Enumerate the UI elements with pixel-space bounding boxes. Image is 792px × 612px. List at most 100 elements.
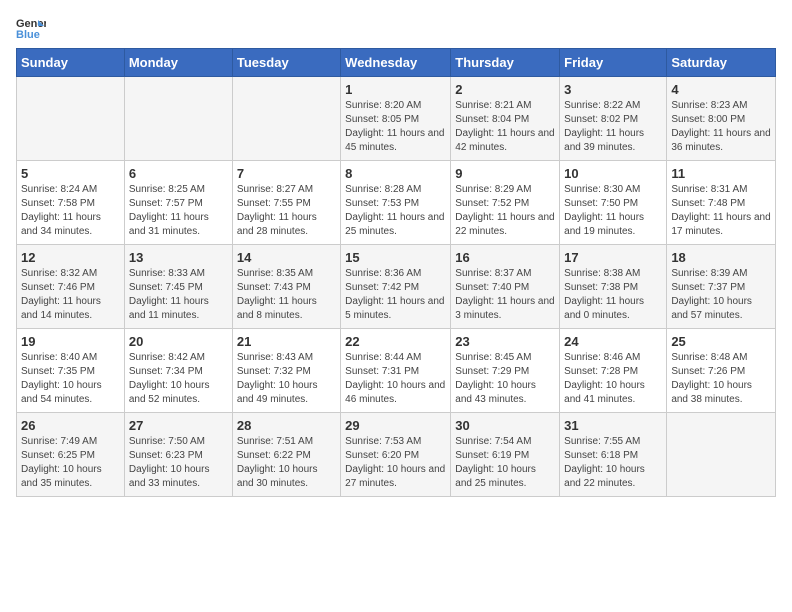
day-number: 18: [671, 250, 771, 265]
day-info: Sunrise: 8:46 AM Sunset: 7:28 PM Dayligh…: [564, 351, 662, 407]
week-row-5: 26 Sunrise: 7:49 AM Sunset: 6:25 PM Dayli…: [17, 413, 776, 497]
day-number: 5: [21, 166, 120, 181]
day-number: 3: [564, 82, 662, 97]
day-cell: 23 Sunrise: 8:45 AM Sunset: 7:29 PM Dayli…: [451, 329, 560, 413]
day-number: 25: [671, 334, 771, 349]
day-info: Sunrise: 8:30 AM Sunset: 7:50 PM Dayligh…: [564, 183, 662, 239]
day-cell: 17 Sunrise: 8:38 AM Sunset: 7:38 PM Dayli…: [560, 245, 667, 329]
day-info: Sunrise: 8:38 AM Sunset: 7:38 PM Dayligh…: [564, 267, 662, 323]
day-cell: 25 Sunrise: 8:48 AM Sunset: 7:26 PM Dayli…: [667, 329, 776, 413]
day-number: 14: [237, 250, 336, 265]
header-cell-tuesday: Tuesday: [232, 49, 340, 77]
day-cell: 15 Sunrise: 8:36 AM Sunset: 7:42 PM Dayli…: [341, 245, 451, 329]
day-info: Sunrise: 8:20 AM Sunset: 8:05 PM Dayligh…: [345, 99, 446, 155]
week-row-4: 19Sunrise: 8:40 AM Sunset: 7:35 PM Dayli…: [17, 329, 776, 413]
day-info: Sunrise: 8:22 AM Sunset: 8:02 PM Dayligh…: [564, 99, 662, 155]
day-number: 30: [455, 418, 555, 433]
day-number: 28: [237, 418, 336, 433]
day-info: Sunrise: 8:42 AM Sunset: 7:34 PM Dayligh…: [129, 351, 228, 407]
day-number: 10: [564, 166, 662, 181]
day-info: Sunrise: 7:55 AM Sunset: 6:18 PM Dayligh…: [564, 435, 662, 491]
day-cell: 26 Sunrise: 7:49 AM Sunset: 6:25 PM Dayli…: [17, 413, 125, 497]
day-number: 26: [21, 418, 120, 433]
day-cell: 11Sunrise: 8:31 AM Sunset: 7:48 PM Dayli…: [667, 161, 776, 245]
day-info: Sunrise: 8:24 AM Sunset: 7:58 PM Dayligh…: [21, 183, 120, 239]
calendar-table: SundayMondayTuesdayWednesdayThursdayFrid…: [16, 48, 776, 497]
day-number: 24: [564, 334, 662, 349]
day-info: Sunrise: 8:27 AM Sunset: 7:55 PM Dayligh…: [237, 183, 336, 239]
day-cell: 10 Sunrise: 8:30 AM Sunset: 7:50 PM Dayli…: [560, 161, 667, 245]
day-number: 9: [455, 166, 555, 181]
day-cell: 1 Sunrise: 8:20 AM Sunset: 8:05 PM Daylig…: [341, 77, 451, 161]
day-cell: [667, 413, 776, 497]
day-number: 12: [21, 250, 120, 265]
day-cell: 5 Sunrise: 8:24 AM Sunset: 7:58 PM Daylig…: [17, 161, 125, 245]
day-cell: [232, 77, 340, 161]
day-info: Sunrise: 8:25 AM Sunset: 7:57 PM Dayligh…: [129, 183, 228, 239]
day-info: Sunrise: 7:51 AM Sunset: 6:22 PM Dayligh…: [237, 435, 336, 491]
day-cell: 3 Sunrise: 8:22 AM Sunset: 8:02 PM Daylig…: [560, 77, 667, 161]
day-info: Sunrise: 8:21 AM Sunset: 8:04 PM Dayligh…: [455, 99, 555, 155]
day-cell: 2 Sunrise: 8:21 AM Sunset: 8:04 PM Daylig…: [451, 77, 560, 161]
day-number: 27: [129, 418, 228, 433]
day-info: Sunrise: 8:36 AM Sunset: 7:42 PM Dayligh…: [345, 267, 446, 323]
day-info: Sunrise: 8:35 AM Sunset: 7:43 PM Dayligh…: [237, 267, 336, 323]
day-cell: 20 Sunrise: 8:42 AM Sunset: 7:34 PM Dayli…: [124, 329, 232, 413]
day-cell: 14 Sunrise: 8:35 AM Sunset: 7:43 PM Dayli…: [232, 245, 340, 329]
day-cell: 29 Sunrise: 7:53 AM Sunset: 6:20 PM Dayli…: [341, 413, 451, 497]
logo: General Blue: [16, 16, 46, 40]
header-row: SundayMondayTuesdayWednesdayThursdayFrid…: [17, 49, 776, 77]
week-row-1: 1 Sunrise: 8:20 AM Sunset: 8:05 PM Daylig…: [17, 77, 776, 161]
day-number: 6: [129, 166, 228, 181]
day-cell: 4 Sunrise: 8:23 AM Sunset: 8:00 PM Daylig…: [667, 77, 776, 161]
day-cell: 9 Sunrise: 8:29 AM Sunset: 7:52 PM Daylig…: [451, 161, 560, 245]
day-number: 21: [237, 334, 336, 349]
day-cell: 6 Sunrise: 8:25 AM Sunset: 7:57 PM Daylig…: [124, 161, 232, 245]
header-cell-monday: Monday: [124, 49, 232, 77]
day-cell: 28 Sunrise: 7:51 AM Sunset: 6:22 PM Dayli…: [232, 413, 340, 497]
header-cell-saturday: Saturday: [667, 49, 776, 77]
day-cell: 12Sunrise: 8:32 AM Sunset: 7:46 PM Dayli…: [17, 245, 125, 329]
day-cell: 18Sunrise: 8:39 AM Sunset: 7:37 PM Dayli…: [667, 245, 776, 329]
day-info: Sunrise: 8:43 AM Sunset: 7:32 PM Dayligh…: [237, 351, 336, 407]
day-info: Sunrise: 8:33 AM Sunset: 7:45 PM Dayligh…: [129, 267, 228, 323]
header-cell-wednesday: Wednesday: [341, 49, 451, 77]
day-info: Sunrise: 8:29 AM Sunset: 7:52 PM Dayligh…: [455, 183, 555, 239]
week-row-2: 5 Sunrise: 8:24 AM Sunset: 7:58 PM Daylig…: [17, 161, 776, 245]
day-cell: 13Sunrise: 8:33 AM Sunset: 7:45 PM Dayli…: [124, 245, 232, 329]
day-cell: 16 Sunrise: 8:37 AM Sunset: 7:40 PM Dayli…: [451, 245, 560, 329]
day-cell: 31 Sunrise: 7:55 AM Sunset: 6:18 PM Dayli…: [560, 413, 667, 497]
day-cell: 27 Sunrise: 7:50 AM Sunset: 6:23 PM Dayli…: [124, 413, 232, 497]
day-cell: 8Sunrise: 8:28 AM Sunset: 7:53 PM Daylig…: [341, 161, 451, 245]
day-number: 23: [455, 334, 555, 349]
day-info: Sunrise: 7:49 AM Sunset: 6:25 PM Dayligh…: [21, 435, 120, 491]
day-number: 7: [237, 166, 336, 181]
day-info: Sunrise: 8:23 AM Sunset: 8:00 PM Dayligh…: [671, 99, 771, 155]
day-number: 1: [345, 82, 446, 97]
day-cell: 24 Sunrise: 8:46 AM Sunset: 7:28 PM Dayli…: [560, 329, 667, 413]
day-number: 15: [345, 250, 446, 265]
day-number: 31: [564, 418, 662, 433]
day-info: Sunrise: 8:44 AM Sunset: 7:31 PM Dayligh…: [345, 351, 446, 407]
day-number: 16: [455, 250, 555, 265]
day-info: Sunrise: 8:48 AM Sunset: 7:26 PM Dayligh…: [671, 351, 771, 407]
day-info: Sunrise: 7:50 AM Sunset: 6:23 PM Dayligh…: [129, 435, 228, 491]
day-number: 22: [345, 334, 446, 349]
svg-text:Blue: Blue: [16, 29, 40, 40]
day-number: 17: [564, 250, 662, 265]
header-cell-sunday: Sunday: [17, 49, 125, 77]
day-number: 20: [129, 334, 228, 349]
header-cell-thursday: Thursday: [451, 49, 560, 77]
week-row-3: 12Sunrise: 8:32 AM Sunset: 7:46 PM Dayli…: [17, 245, 776, 329]
day-cell: 7 Sunrise: 8:27 AM Sunset: 7:55 PM Daylig…: [232, 161, 340, 245]
day-info: Sunrise: 8:28 AM Sunset: 7:53 PM Dayligh…: [345, 183, 446, 239]
day-cell: 22 Sunrise: 8:44 AM Sunset: 7:31 PM Dayli…: [341, 329, 451, 413]
day-cell: 21 Sunrise: 8:43 AM Sunset: 7:32 PM Dayli…: [232, 329, 340, 413]
day-number: 4: [671, 82, 771, 97]
day-number: 2: [455, 82, 555, 97]
day-number: 29: [345, 418, 446, 433]
day-info: Sunrise: 7:53 AM Sunset: 6:20 PM Dayligh…: [345, 435, 446, 491]
day-number: 19: [21, 334, 120, 349]
day-info: Sunrise: 8:45 AM Sunset: 7:29 PM Dayligh…: [455, 351, 555, 407]
day-info: Sunrise: 8:37 AM Sunset: 7:40 PM Dayligh…: [455, 267, 555, 323]
